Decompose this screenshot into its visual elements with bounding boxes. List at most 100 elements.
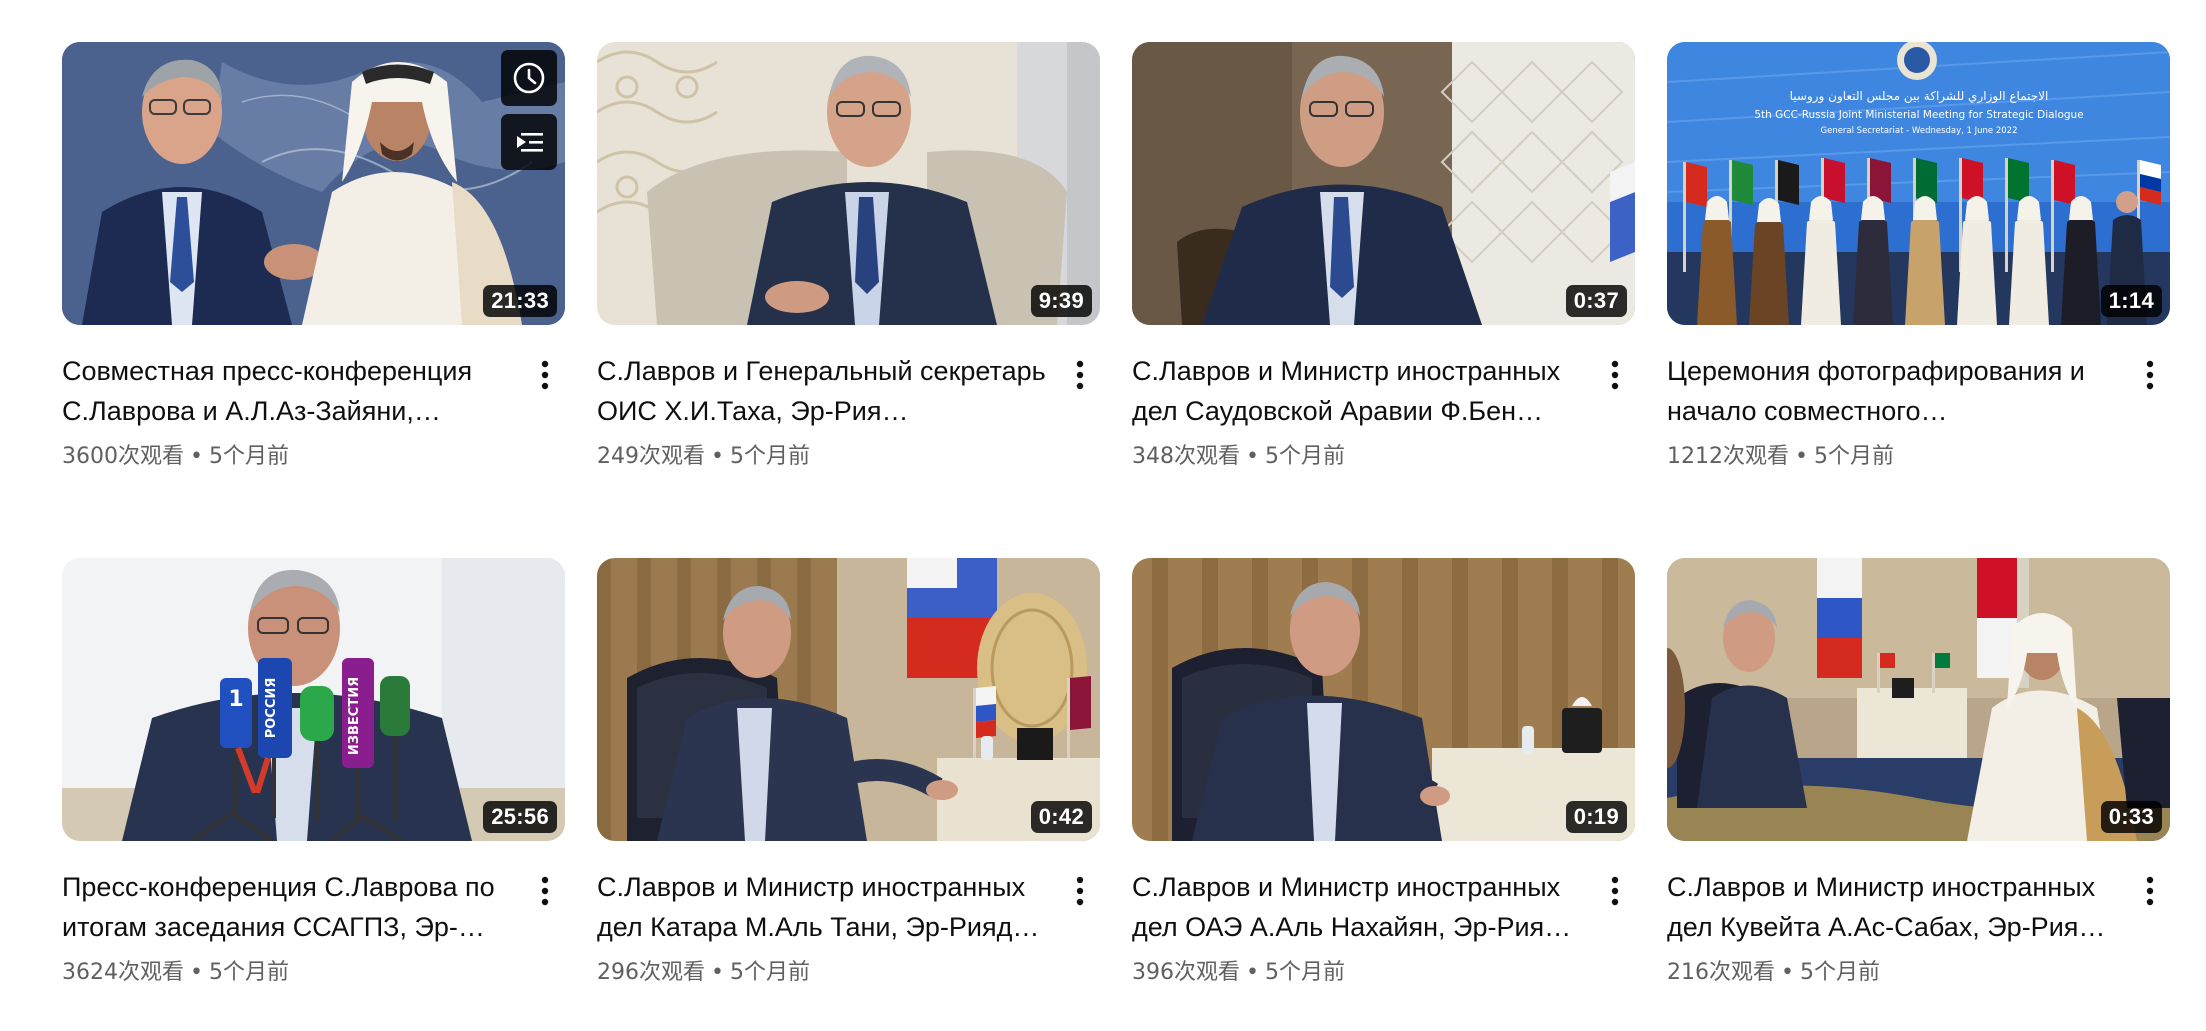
- more-actions-button[interactable]: [525, 867, 565, 915]
- video-thumbnail[interactable]: 0:42: [597, 558, 1100, 841]
- more-vert-icon: [1611, 360, 1619, 390]
- video-title[interactable]: Совместная пресс-конференция С.Лаврова и…: [62, 351, 511, 431]
- banner-english-text: 5th GCC-Russia Joint Ministerial Meeting…: [1754, 109, 2083, 121]
- duration-badge: 9:39: [1030, 285, 1092, 317]
- video-thumbnail[interactable]: 0:37: [1132, 42, 1635, 325]
- upload-age: 5个月前: [1264, 960, 1345, 985]
- duration-badge: 0:33: [2100, 801, 2162, 833]
- video-card[interactable]: 0:19 С.Лавров и Министр иностранных дел …: [1132, 558, 1635, 989]
- video-card[interactable]: 0:37 С.Лавров и Министр иностранных дел …: [1132, 42, 1635, 473]
- clock-icon: [513, 62, 545, 94]
- meta-separator: •: [711, 960, 724, 985]
- thumbnail-image: [1132, 42, 1635, 325]
- more-actions-button[interactable]: [1060, 867, 1100, 915]
- upload-age: 5个月前: [208, 444, 289, 469]
- add-to-queue-icon: [517, 133, 543, 152]
- video-stats: 216次观看 • 5个月前: [1667, 957, 2116, 989]
- thumbnail-image: [1132, 558, 1635, 841]
- duration-badge: 0:19: [1565, 801, 1627, 833]
- thumbnail-image: الاجتماع الوزاري للشراكة بين مجلس التعاو…: [1667, 42, 2170, 325]
- add-to-queue-button[interactable]: [501, 114, 557, 170]
- video-title[interactable]: Церемония фотографирования и начало совм…: [1667, 351, 2116, 431]
- video-thumbnail[interactable]: 21:33: [62, 42, 565, 325]
- view-count: 396次观看: [1132, 960, 1240, 985]
- banner-arabic-text: الاجتماع الوزاري للشراكة بين مجلس التعاو…: [1790, 89, 2049, 104]
- video-stats: 3624次观看 • 5个月前: [62, 957, 511, 989]
- meta-separator: •: [711, 444, 724, 469]
- video-title[interactable]: С.Лавров и Министр иностранных дел Кувей…: [1667, 867, 2116, 947]
- video-stats: 249次观看 • 5个月前: [597, 441, 1046, 473]
- more-vert-icon: [1076, 876, 1084, 906]
- video-meta: С.Лавров и Министр иностранных дел Кувей…: [1667, 841, 2170, 989]
- view-count: 3624次观看: [62, 960, 184, 985]
- mic-channel-one-label: 1: [228, 687, 243, 712]
- more-actions-button[interactable]: [1595, 351, 1635, 399]
- duration-badge: 21:33: [483, 285, 557, 317]
- video-stats: 396次观看 • 5个月前: [1132, 957, 1581, 989]
- more-vert-icon: [1611, 876, 1619, 906]
- view-count: 216次观看: [1667, 960, 1775, 985]
- more-actions-button[interactable]: [1595, 867, 1635, 915]
- meta-separator: •: [190, 444, 203, 469]
- video-card[interactable]: 0:33 С.Лавров и Министр иностранных дел …: [1667, 558, 2170, 989]
- thumbnail-image: [597, 558, 1100, 841]
- video-title[interactable]: Пресс-конференция С.Лаврова по итогам за…: [62, 867, 511, 947]
- upload-age: 5个月前: [729, 444, 810, 469]
- duration-badge: 0:42: [1030, 801, 1092, 833]
- more-vert-icon: [541, 876, 549, 906]
- upload-age: 5个月前: [729, 960, 810, 985]
- watch-later-button[interactable]: [501, 50, 557, 106]
- more-actions-button[interactable]: [1060, 351, 1100, 399]
- view-count: 249次观看: [597, 444, 705, 469]
- video-card[interactable]: 9:39 С.Лавров и Генеральный секретарь ОИ…: [597, 42, 1100, 473]
- video-stats: 3600次观看 • 5个月前: [62, 441, 511, 473]
- thumbnail-image: [597, 42, 1100, 325]
- duration-badge: 0:37: [1565, 285, 1627, 317]
- thumbnail-image: 1 РОССИЯ ИЗВЕСТИЯ: [62, 558, 565, 841]
- view-count: 1212次观看: [1667, 444, 1789, 469]
- upload-age: 5个月前: [1799, 960, 1880, 985]
- video-meta: Совместная пресс-конференция С.Лаврова и…: [62, 325, 565, 473]
- more-actions-button[interactable]: [525, 351, 565, 399]
- video-title[interactable]: С.Лавров и Министр иностранных дел ОАЭ А…: [1132, 867, 1581, 947]
- meta-separator: •: [1246, 444, 1259, 469]
- video-card[interactable]: 1 РОССИЯ ИЗВЕСТИЯ 25:56 Пресс-конференци…: [62, 558, 565, 989]
- view-count: 3600次观看: [62, 444, 184, 469]
- video-meta: С.Лавров и Министр иностранных дел Саудо…: [1132, 325, 1635, 473]
- thumbnail-image: [62, 42, 565, 325]
- meta-separator: •: [1246, 960, 1259, 985]
- video-title[interactable]: С.Лавров и Министр иностранных дел Саудо…: [1132, 351, 1581, 431]
- more-actions-button[interactable]: [2130, 351, 2170, 399]
- video-card[interactable]: الاجتماع الوزاري للشراكة بين مجلس التعاو…: [1667, 42, 2170, 473]
- more-vert-icon: [541, 360, 549, 390]
- duration-badge: 1:14: [2100, 285, 2162, 317]
- video-thumbnail[interactable]: 1 РОССИЯ ИЗВЕСТИЯ 25:56: [62, 558, 565, 841]
- video-meta: Церемония фотографирования и начало совм…: [1667, 325, 2170, 473]
- video-card[interactable]: 0:42 С.Лавров и Министр иностранных дел …: [597, 558, 1100, 989]
- mic-izvestia-label: ИЗВЕСТИЯ: [347, 677, 362, 755]
- video-thumbnail[interactable]: 0:19: [1132, 558, 1635, 841]
- video-thumbnail[interactable]: 9:39: [597, 42, 1100, 325]
- meta-separator: •: [1781, 960, 1794, 985]
- video-card[interactable]: 21:33 Совместная пресс-конференция С.Лав…: [62, 42, 565, 473]
- banner-date-text: General Secretariat - Wednesday, 1 June …: [1820, 126, 2017, 136]
- video-grid: 21:33 Совместная пресс-конференция С.Лав…: [0, 0, 2206, 1031]
- upload-age: 5个月前: [208, 960, 289, 985]
- video-title[interactable]: С.Лавров и Генеральный секретарь ОИС Х.И…: [597, 351, 1046, 431]
- more-vert-icon: [2146, 360, 2154, 390]
- meta-separator: •: [190, 960, 203, 985]
- video-stats: 348次观看 • 5个月前: [1132, 441, 1581, 473]
- view-count: 348次观看: [1132, 444, 1240, 469]
- more-actions-button[interactable]: [2130, 867, 2170, 915]
- meta-separator: •: [1795, 444, 1808, 469]
- video-thumbnail[interactable]: 0:33: [1667, 558, 2170, 841]
- video-meta: С.Лавров и Министр иностранных дел Катар…: [597, 841, 1100, 989]
- duration-badge: 25:56: [483, 801, 557, 833]
- video-stats: 1212次观看 • 5个月前: [1667, 441, 2116, 473]
- video-meta: С.Лавров и Генеральный секретарь ОИС Х.И…: [597, 325, 1100, 473]
- video-title[interactable]: С.Лавров и Министр иностранных дел Катар…: [597, 867, 1046, 947]
- video-thumbnail[interactable]: الاجتماع الوزاري للشراكة بين مجلس التعاو…: [1667, 42, 2170, 325]
- more-vert-icon: [2146, 876, 2154, 906]
- more-vert-icon: [1076, 360, 1084, 390]
- upload-age: 5个月前: [1813, 444, 1894, 469]
